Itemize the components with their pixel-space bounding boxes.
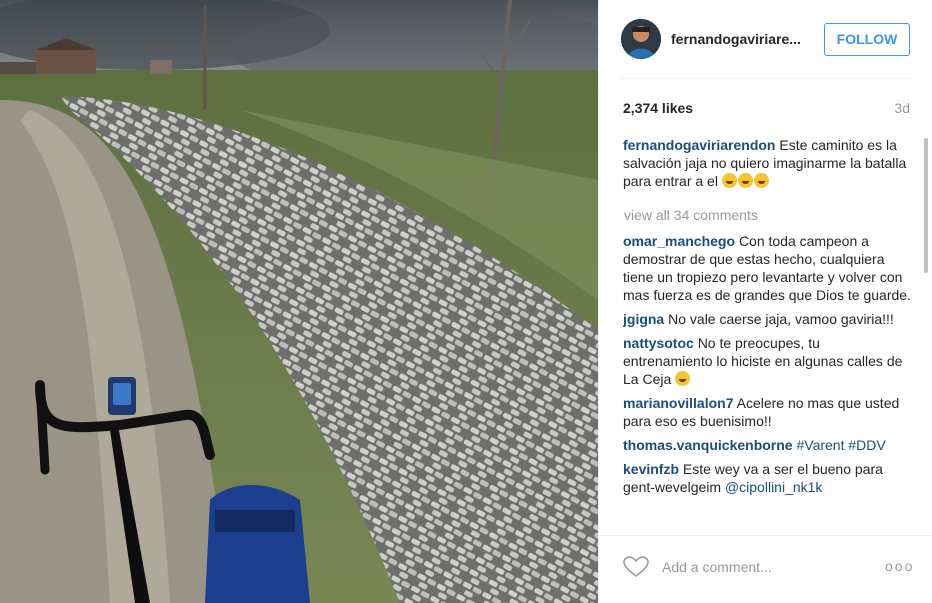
post-details-panel: fernandogaviriare... FOLLOW 2,374 likes … <box>598 0 932 603</box>
post-photo[interactable] <box>0 0 598 603</box>
scrollbar-thumb[interactable] <box>924 138 928 273</box>
post-header: fernandogaviriare... FOLLOW <box>599 0 932 78</box>
comment-item: kevinfzb Este wey va a ser el bueno para… <box>623 460 913 496</box>
comment-username[interactable]: jgigna <box>623 311 664 327</box>
view-all-comments-link[interactable]: view all 34 comments <box>624 206 913 224</box>
post-username[interactable]: fernandogaviriare... <box>671 31 801 47</box>
post-age[interactable]: 3d <box>894 100 910 116</box>
more-options-button[interactable]: ooo <box>885 556 915 576</box>
footer-divider <box>599 535 932 536</box>
avatar-image <box>621 19 661 59</box>
comment-text: No vale caerse jaja, vamoo gaviria!!! <box>668 311 894 327</box>
header-divider <box>621 78 911 79</box>
comment-mention[interactable]: @cipollini_nk1k <box>725 479 822 495</box>
more-options-icon: ooo <box>885 558 915 574</box>
comment-hashtags[interactable]: #Varent #DDV <box>796 437 885 453</box>
follow-button[interactable]: FOLLOW <box>824 23 910 56</box>
cobblestone-road-image <box>0 0 598 603</box>
caption: fernandogaviriarendon Este caminito es l… <box>623 136 913 190</box>
comment-item: jgigna No vale caerse jaja, vamoo gaviri… <box>623 310 913 328</box>
comment-username[interactable]: thomas.vanquickenborne <box>623 437 793 453</box>
comments-list: fernandogaviriarendon Este caminito es l… <box>623 136 913 534</box>
comment-username[interactable]: omar_manchego <box>623 233 735 249</box>
comment-item: nattysotoc No te preocupes, tu entrenami… <box>623 334 913 388</box>
comment-item: thomas.vanquickenborne #Varent #DDV <box>623 436 913 454</box>
tears-of-joy-emoji <box>721 173 770 189</box>
comment-username[interactable]: marianovillalon7 <box>623 395 733 411</box>
add-comment-input[interactable] <box>662 559 882 575</box>
like-heart-icon[interactable] <box>623 556 649 578</box>
caption-username[interactable]: fernandogaviriarendon <box>623 137 775 153</box>
avatar[interactable] <box>621 19 661 59</box>
tears-of-joy-emoji <box>675 371 691 386</box>
comment-item: omar_manchego Con toda campeon a demostr… <box>623 232 913 304</box>
instagram-post-view: fernandogaviriare... FOLLOW 2,374 likes … <box>0 0 932 603</box>
likes-count[interactable]: 2,374 likes <box>623 100 693 116</box>
comment-item: marianovillalon7 Acelere no mas que uste… <box>623 394 913 430</box>
comment-username[interactable]: nattysotoc <box>623 335 694 351</box>
comment-username[interactable]: kevinfzb <box>623 461 679 477</box>
